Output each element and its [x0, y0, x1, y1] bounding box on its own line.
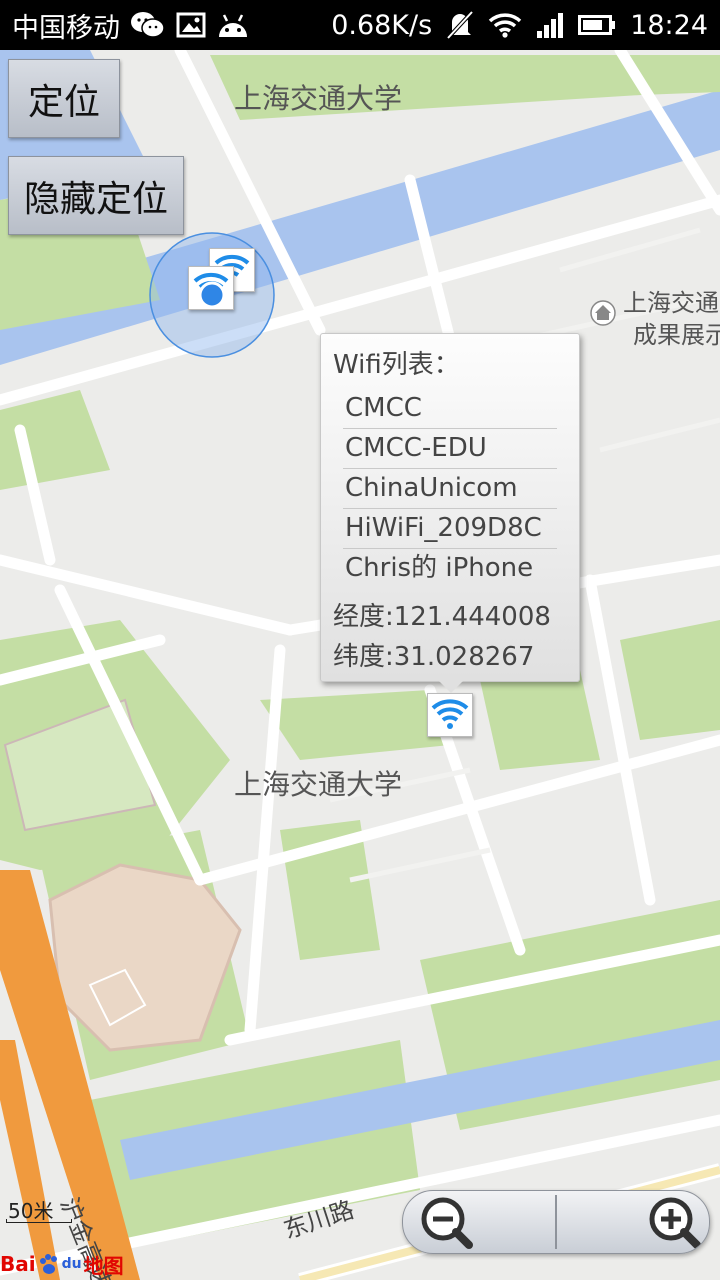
net-speed: 0.68K/s — [331, 9, 433, 41]
campus-label-mid: 上海交通大学 — [234, 768, 403, 801]
popup-pointer — [437, 679, 465, 693]
list-item[interactable]: CMCC-EDU — [343, 429, 557, 469]
paw-icon — [39, 1254, 57, 1274]
status-right: 0.68K/s 18:24 — [331, 0, 708, 50]
list-item[interactable]: HiWiFi_209D8C — [343, 509, 557, 549]
wechat-icon — [131, 12, 165, 38]
zoom-in-button[interactable] — [557, 1191, 709, 1253]
zoom-out-icon — [421, 1197, 473, 1249]
wifi-icon — [431, 699, 469, 729]
status-left: 中国移动 — [12, 0, 250, 50]
baidu-logo-text1: Bai — [0, 1252, 36, 1276]
baidu-logo-text3: 地图 — [83, 1253, 124, 1278]
locate-button[interactable]: 定位 — [8, 59, 120, 138]
hide-locate-button[interactable]: 隐藏定位 — [8, 156, 184, 235]
clock: 18:24 — [630, 9, 708, 41]
zoom-controls — [402, 1190, 710, 1254]
carrier-label: 中国移动 — [12, 12, 120, 44]
zoom-in-icon — [649, 1197, 701, 1249]
longitude-label: 经度:121.444008 — [333, 602, 551, 632]
scale-bar — [6, 1219, 72, 1223]
mute-icon — [446, 10, 474, 40]
poi-label-line2: 成果展示 — [633, 321, 720, 349]
wifi-popup: Wifi列表： CMCC CMCC-EDU ChinaUnicom HiWiFi… — [320, 333, 580, 682]
campus-label-top: 上海交通大学 — [234, 82, 403, 115]
signal-icon — [537, 13, 564, 38]
wifi-marker-selected[interactable] — [427, 693, 473, 737]
status-bar: 中国移动 0.68K/s 18:24 — [0, 0, 720, 50]
list-item[interactable]: Chris的 iPhone — [343, 549, 557, 588]
zoom-out-button[interactable] — [403, 1191, 555, 1253]
list-item[interactable]: ChinaUnicom — [343, 469, 557, 509]
baidu-logo-text2: du — [61, 1256, 82, 1272]
poi-label-line1: 上海交通 — [623, 289, 719, 317]
popup-title: Wifi列表： — [333, 350, 460, 380]
latitude-label: 纬度:31.028267 — [333, 642, 535, 672]
battery-icon — [578, 15, 616, 35]
location-dot — [198, 281, 226, 309]
wifi-icon — [488, 13, 522, 38]
list-item[interactable]: CMCC — [343, 389, 557, 429]
android-icon — [219, 14, 247, 37]
wifi-list: CMCC CMCC-EDU ChinaUnicom HiWiFi_209D8C … — [343, 389, 557, 588]
baidu-logo: Bai du 地图 — [0, 1250, 124, 1278]
gallery-icon — [176, 12, 206, 38]
